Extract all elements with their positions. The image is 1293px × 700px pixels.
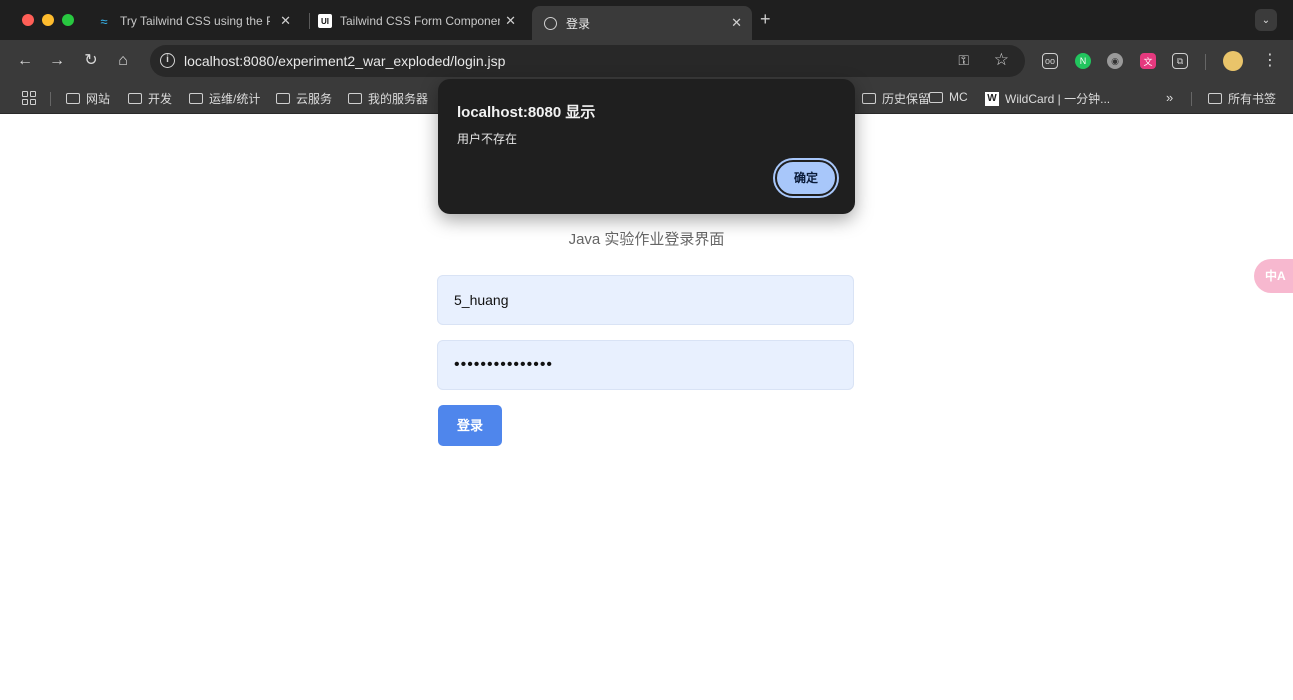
browser-toolbar: ← → ↻ ⌂ i localhost:8080/experiment2_war… [0,40,1293,82]
url-text[interactable]: localhost:8080/experiment2_war_exploded/… [184,53,505,69]
close-icon[interactable]: ✕ [280,13,291,29]
bookmark-label: 运维/统计 [209,92,261,106]
alert-dialog: localhost:8080 显示 用户不存在 确定 [438,79,855,214]
tab-title: Tailwind CSS Form Componer [340,14,500,28]
star-icon[interactable]: ☆ [994,50,1009,70]
page-subtitle: Java 实验作业登录界面 [568,231,725,248]
bookmark-folder[interactable]: 我的服务器 [348,90,428,107]
bookmark-folder[interactable]: 历史保留 [862,90,930,107]
reload-icon[interactable]: ↻ [80,50,102,72]
home-icon[interactable]: ⌂ [112,50,134,72]
new-tab-button[interactable]: + [760,9,771,30]
tab-divider [309,13,310,29]
bookmark-label: 网站 [86,92,111,106]
close-icon[interactable]: ✕ [505,13,516,29]
folder-icon [348,93,362,104]
folder-icon [1208,93,1222,104]
apps-grid-icon[interactable] [22,91,36,105]
dialog-title: localhost:8080 显示 [457,104,596,121]
bookmark-folder[interactable]: 运维/统计 [189,90,260,107]
folder-icon [276,93,290,104]
bookmark-label: 云服务 [296,92,333,106]
tab-tailwind-play[interactable]: ≈ Try Tailwind CSS using the Pl ✕ [96,6,301,36]
tab-title: Try Tailwind CSS using the Pl [120,14,270,28]
bookmark-label: MC [949,90,968,104]
username-input[interactable]: 5_huang [437,275,854,325]
wildcard-icon: W [985,91,999,106]
bookmark-label: WildCard | 一分钟... [1005,92,1111,106]
folder-icon [189,93,203,104]
tab-search-button[interactable]: ⌄ [1255,9,1277,31]
site-info-icon[interactable]: i [160,53,175,68]
tab-title: 登录 [566,16,591,31]
bookmark-label: 历史保留 [882,92,931,106]
bookmark-label: 我的服务器 [368,92,429,106]
bookmarks-divider [1191,92,1192,106]
profile-avatar[interactable] [1223,51,1243,71]
minimize-window-button[interactable] [42,14,54,26]
extensions-puzzle-icon[interactable]: ⧉ [1172,53,1188,69]
toolbar-divider [1205,54,1206,70]
login-button[interactable]: 登录 [438,405,502,446]
folder-icon [862,93,876,104]
back-arrow-icon[interactable]: ← [14,50,36,72]
all-bookmarks-folder[interactable]: 所有书签 [1208,90,1276,107]
folder-icon [929,91,943,103]
bookmark-folder[interactable]: 云服务 [276,90,332,107]
dialog-ok-button[interactable]: 确定 [775,160,837,196]
bookmark-folder[interactable]: 开发 [128,90,172,107]
close-icon[interactable]: ✕ [731,15,742,31]
tab-strip: ≈ Try Tailwind CSS using the Pl ✕ UI Tai… [0,0,1293,40]
bookmark-label: 开发 [148,92,173,106]
bookmark-folder[interactable]: 网站 [66,90,110,107]
ui-icon: UI [318,14,332,28]
folder-icon [128,93,142,104]
globe-icon [542,15,558,31]
bookmark-folder[interactable]: MC [929,90,968,104]
forward-arrow-icon[interactable]: → [46,50,68,72]
more-menu-icon[interactable]: ⋮ [1262,50,1278,70]
bookmarks-overflow-icon[interactable]: » [1166,90,1173,105]
bookmark-wildcard[interactable]: W WildCard | 一分钟... [985,90,1110,107]
maximize-window-button[interactable] [62,14,74,26]
password-input[interactable]: ••••••••••••••• [437,340,854,390]
key-icon[interactable]: ⚿ [958,52,969,69]
extension-green-icon[interactable]: N [1075,53,1091,69]
close-window-button[interactable] [22,14,34,26]
folder-icon [66,93,80,104]
tailwind-icon: ≈ [100,13,108,29]
tab-tailwind-form[interactable]: UI Tailwind CSS Form Componer ✕ [318,6,526,36]
translate-float-icon[interactable]: 中A [1254,259,1293,293]
extension-mascot-icon[interactable]: ◉ [1107,53,1123,69]
tab-login-active[interactable]: 登录 ✕ [532,6,752,40]
bookmark-label: 所有书签 [1228,92,1277,106]
extension-translate-icon[interactable]: 文 [1140,53,1156,69]
address-bar[interactable]: i localhost:8080/experiment2_war_explode… [150,45,1025,77]
browser-window: ≈ Try Tailwind CSS using the Pl ✕ UI Tai… [0,0,1293,700]
dialog-message: 用户不存在 [457,132,518,146]
extension-glasses-icon[interactable]: oo [1042,53,1058,69]
bookmarks-divider [50,92,51,106]
